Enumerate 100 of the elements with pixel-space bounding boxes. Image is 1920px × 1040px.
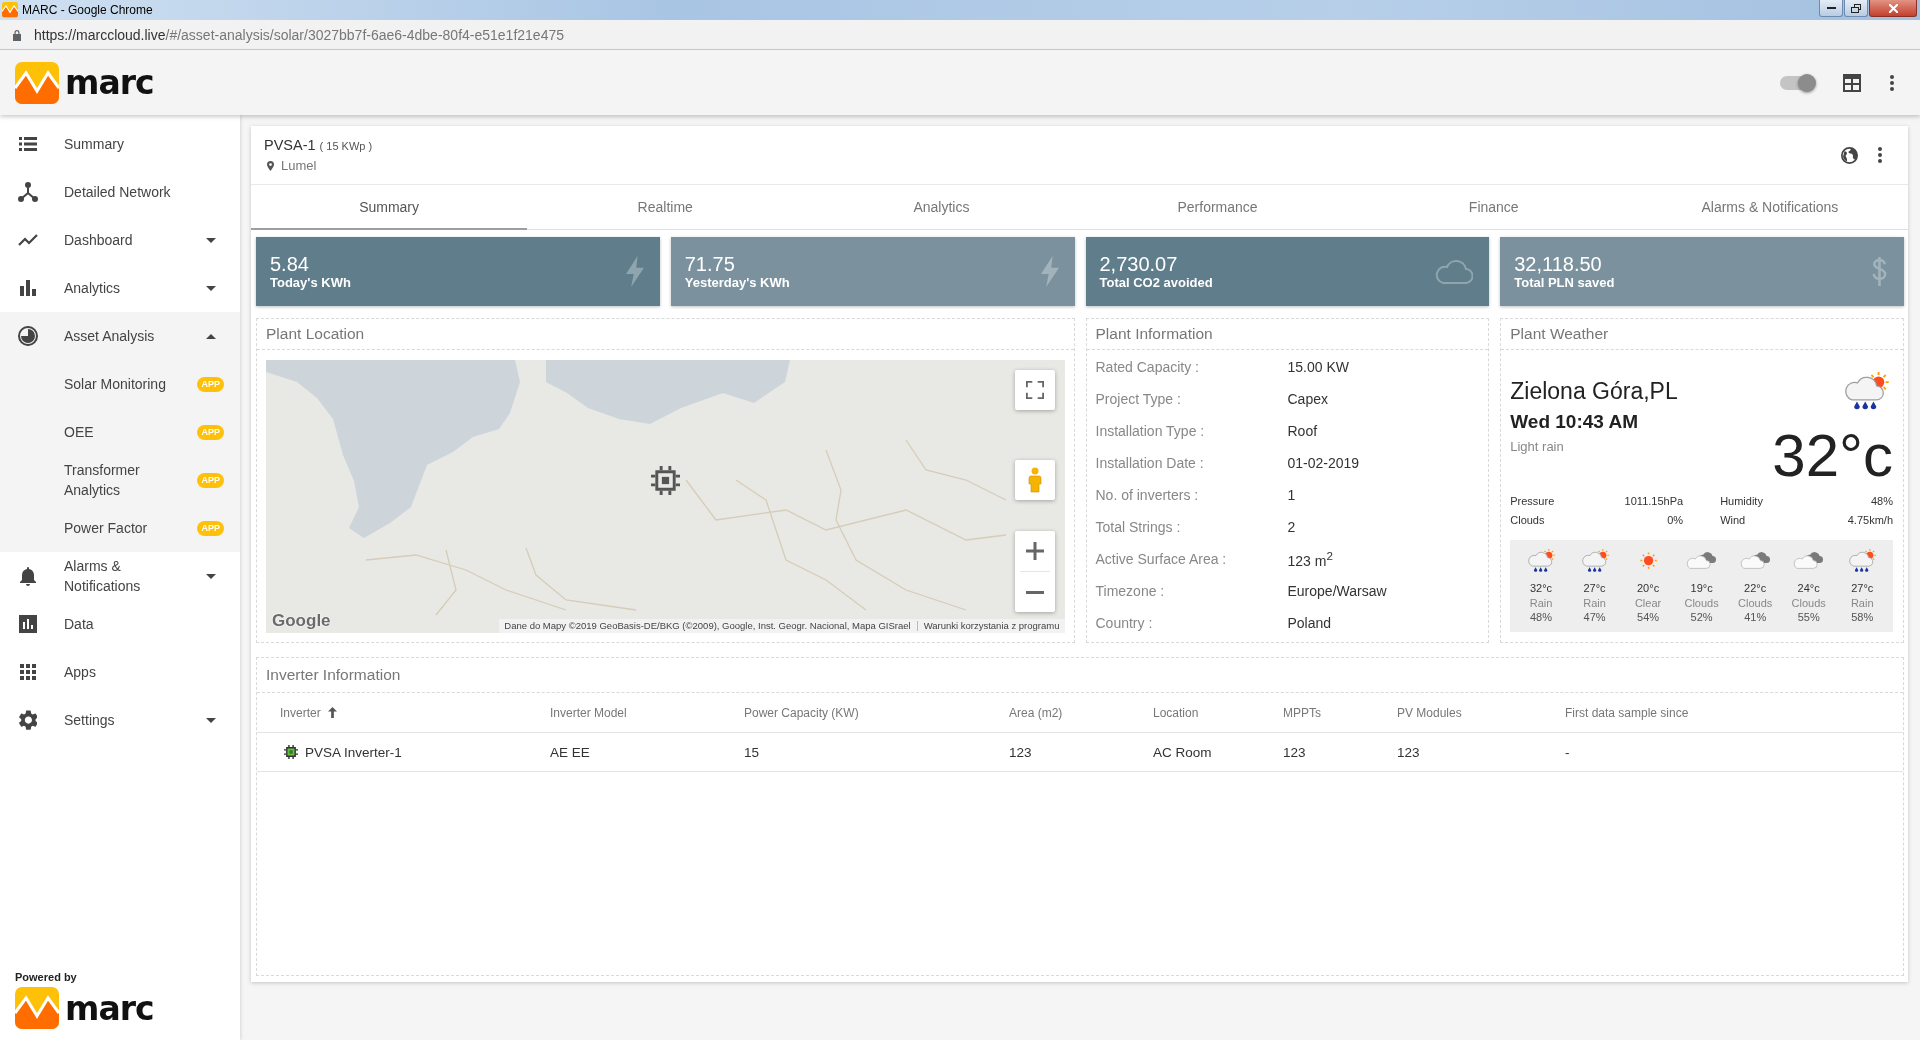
info-value: 15.00 KW [1287, 359, 1349, 375]
forecast-condition: Rain [1583, 595, 1606, 610]
tab[interactable]: Performance [1079, 185, 1356, 230]
tab[interactable]: Summary [251, 185, 528, 230]
app-badge: APP [197, 424, 224, 440]
table-cell: AE EE [550, 744, 590, 760]
logo-text: marc [65, 66, 154, 99]
weather-condition: Light rain [1510, 439, 1565, 455]
forecast-temperature: 20°c [1637, 581, 1660, 596]
toggle-switch[interactable] [1780, 75, 1814, 90]
rain-cloud-icon [1580, 548, 1609, 573]
column-header[interactable]: First data sample since [1565, 705, 1903, 720]
sidebar-item[interactable]: Alarms & Notifications [0, 552, 240, 600]
dollar-icon [1871, 256, 1888, 287]
column-header[interactable]: MPPTs [1283, 705, 1397, 720]
tab[interactable]: Realtime [527, 185, 804, 230]
sidebar-subitem[interactable]: Solar Monitoring APP [0, 360, 240, 408]
column-header[interactable]: Location [1153, 705, 1283, 720]
sidebar-item[interactable]: Data [0, 600, 240, 648]
weather-stat-label: Pressure [1510, 494, 1555, 509]
globe-icon[interactable] [1841, 146, 1858, 164]
column-header[interactable]: Inverter Model [550, 705, 744, 720]
table-cell: 15 [744, 744, 760, 760]
forecast-temperature: 22°c [1744, 581, 1767, 596]
forecast-temperature: 32°c [1529, 581, 1553, 596]
kpi-value: 2,730.07 [1099, 252, 1179, 275]
info-label: Total Strings : [1095, 519, 1182, 535]
chip-icon[interactable] [651, 466, 680, 495]
fullscreen-button[interactable] [1014, 370, 1055, 410]
info-value: 123 m$^{2}$ [1287, 549, 1333, 569]
sidebar-item[interactable]: Detailed Network [0, 168, 240, 216]
rain-cloud-icon [1526, 548, 1556, 573]
more-icon[interactable] [1890, 74, 1894, 91]
weather-stat-value: 0% [1667, 513, 1684, 528]
forecast-humidity: 52% [1690, 610, 1713, 625]
kpi-label: Total CO2 avoided [1099, 274, 1213, 291]
weather-stat-label: Humidity [1720, 494, 1763, 509]
sort-arrow-icon [327, 707, 337, 718]
lightning-icon [625, 256, 644, 287]
panel-title: Plant Information [1095, 325, 1213, 343]
kpi-label: Total PLN saved [1514, 274, 1615, 291]
column-header[interactable]: Inverter [257, 705, 550, 720]
sidebar-subitem[interactable]: Transformer Analytics APP [0, 456, 240, 504]
terms-link[interactable]: Warunki korzystania z programu [923, 619, 1060, 633]
sun-icon [1639, 551, 1657, 570]
app-badge: APP [197, 376, 224, 392]
info-value: 2 [1287, 519, 1296, 535]
powered-by-label: Powered by [15, 971, 78, 983]
info-label: Country : [1095, 615, 1154, 631]
forecast-condition: Clear [1634, 595, 1662, 610]
sidebar-item[interactable]: Asset Analysis [0, 312, 240, 360]
minimize-icon [1826, 7, 1836, 9]
lightning-icon [1040, 256, 1059, 287]
sidebar-item[interactable]: Summary [0, 120, 240, 168]
info-value: Roof [1287, 423, 1318, 439]
table-icon[interactable] [1843, 73, 1861, 92]
column-header[interactable]: Power Capacity (KW) [744, 705, 1009, 720]
close-button[interactable] [1869, 0, 1917, 17]
sidebar-item[interactable]: Settings [0, 696, 240, 744]
sidebar-subitem[interactable]: OEE APP [0, 408, 240, 456]
lock-icon [12, 28, 22, 41]
location-pin-icon [267, 160, 274, 171]
map-logo[interactable]: Google [272, 611, 331, 631]
map-attribution: Dane do Mapy ©2019 GeoBasis-DE/BKG (©2009), Google, Inst. Geogr. Nacional, Mapa GISrael [504, 619, 911, 633]
info-label: Active Surface Area : [1095, 551, 1228, 567]
window-title: MARC - Google Chrome [22, 3, 153, 17]
asset-capacity: ( 15 KWp ) [319, 139, 373, 154]
table-cell: AC Room [1153, 744, 1212, 760]
more-icon[interactable] [1878, 147, 1882, 163]
table-cell: 123 [1397, 744, 1420, 760]
rain-cloud-icon [1843, 372, 1889, 411]
column-header[interactable]: Area (m2) [1009, 705, 1153, 720]
minimize-button[interactable] [1819, 0, 1843, 17]
forecast-condition: Rain [1850, 595, 1874, 610]
weather-stat-label: Wind [1720, 513, 1746, 528]
cloud-icon [1739, 551, 1771, 570]
forecast-temperature: 19°c [1690, 581, 1713, 596]
tab[interactable]: Alarms & Notifications [1631, 185, 1908, 230]
forecast-temperature: 24°c [1797, 581, 1820, 596]
rain-cloud-icon [1848, 548, 1877, 573]
sidebar-item[interactable]: Dashboard [0, 216, 240, 264]
forecast-humidity: 55% [1797, 610, 1820, 625]
app-badge: APP [197, 472, 224, 488]
forecast-temperature: 27°c [1583, 581, 1606, 596]
tab[interactable]: Analytics [803, 185, 1080, 230]
sidebar-subitem[interactable]: Power Factor APP [0, 504, 240, 552]
kpi-value: 71.75 [684, 252, 736, 275]
cloud-icon [1434, 258, 1474, 285]
map-background[interactable]: Google Dane do Mapy ©2019 GeoBasis-DE/BKG (©2009), Google, Inst. Geogr. Nacional, Mapa GISrael Warunki korzystania z programu [266, 360, 1065, 633]
restore-button[interactable] [1844, 0, 1868, 17]
sidebar-item[interactable]: Analytics [0, 264, 240, 312]
apps-grid-icon [20, 664, 36, 680]
tab[interactable]: Finance [1355, 185, 1632, 230]
table-cell: 123 [1283, 744, 1306, 760]
cloud-icon [1793, 551, 1825, 570]
column-header[interactable]: PV Modules [1397, 705, 1565, 720]
temperature-reading: 32°c [1772, 426, 1893, 487]
kpi-label: Today's KWh [270, 274, 351, 291]
sidebar-item[interactable]: Apps [0, 648, 240, 696]
url-text[interactable]: https://marccloud.live/#/asset-analysis/solar/3027bb7f-6ae6-4dbe-80f4-e51e1f21e475 [34, 26, 564, 43]
